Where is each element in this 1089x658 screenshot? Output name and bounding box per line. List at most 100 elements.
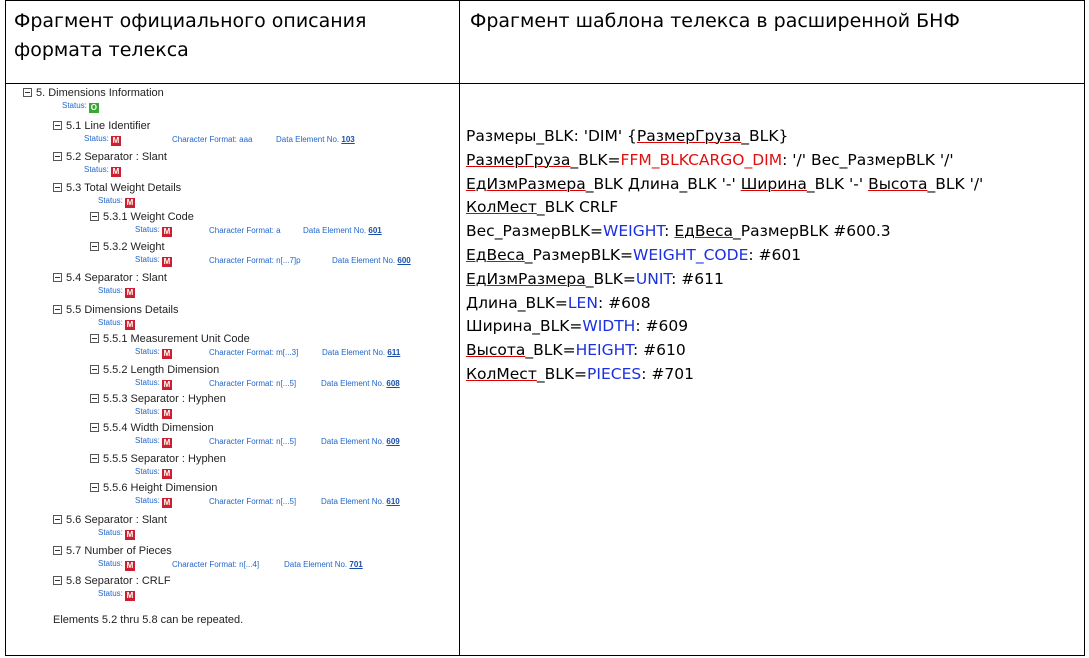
tree-node[interactable]: 5.3.1 Weight Code xyxy=(90,211,194,223)
collapse-icon[interactable] xyxy=(53,152,62,161)
tree-node[interactable]: 5.5.5 Separator : Hyphen xyxy=(90,453,226,465)
collapse-icon[interactable] xyxy=(23,88,32,97)
grammar-line: РазмерГруза_BLK=FFM_BLKCARGO_DIM: '/' Ве… xyxy=(466,150,954,169)
grammar-line: Ширина_BLK=WIDTH: #609 xyxy=(466,317,689,336)
grammar-line: ЕдИзмРазмера_BLK=UNIT: #611 xyxy=(466,269,724,288)
tree-node[interactable]: 5.7 Number of Pieces xyxy=(53,545,172,557)
keyword-blue: WEIGHT_CODE xyxy=(633,245,749,264)
column-divider xyxy=(459,1,460,655)
right-column-header: Фрагмент шаблона телекса в расширенной Б… xyxy=(470,10,960,32)
character-format: Character Format: n[...5] xyxy=(209,497,297,506)
grammar-line: КолМест_BLK CRLF xyxy=(466,198,619,217)
data-element-link[interactable]: 609 xyxy=(386,437,399,446)
data-element-ref: Data Element No. 610 xyxy=(321,497,400,506)
mandatory-badge: M xyxy=(110,167,121,177)
character-format: Character Format: n[...5] xyxy=(209,437,297,446)
collapse-icon[interactable] xyxy=(90,394,99,403)
status-row: Status: M xyxy=(135,378,172,390)
tree-node-root[interactable]: 5. Dimensions Information xyxy=(23,87,164,99)
tree-node[interactable]: 5.5.4 Width Dimension xyxy=(90,422,214,434)
grammar-line: ЕдИзмРазмера_BLK Длина_BLK '-' Ширина_BL… xyxy=(466,174,984,193)
mandatory-badge: M xyxy=(161,380,172,390)
collapse-icon[interactable] xyxy=(53,515,62,524)
mandatory-badge: M xyxy=(124,530,135,540)
tree-node[interactable]: 5.5.6 Height Dimension xyxy=(90,482,217,494)
status-row: Status: M xyxy=(135,255,172,267)
left-column-header: Фрагмент официального описания формата т… xyxy=(14,10,367,61)
collapse-icon[interactable] xyxy=(90,242,99,251)
grammar-line: Длина_BLK=LEN: #608 xyxy=(466,293,651,312)
collapse-icon[interactable] xyxy=(53,305,62,314)
status-row: Status: M xyxy=(135,496,172,508)
status-row: Status: M xyxy=(98,528,135,540)
mandatory-badge: M xyxy=(161,469,172,479)
collapse-icon[interactable] xyxy=(90,454,99,463)
mandatory-badge: M xyxy=(161,498,172,508)
status-row: Status: M xyxy=(135,225,172,237)
tree-node[interactable]: 5.6 Separator : Slant xyxy=(53,514,167,526)
grammar-line: ЕдВеса_РазмерBLK=WEIGHT_CODE: #601 xyxy=(466,245,802,264)
collapse-icon[interactable] xyxy=(53,183,62,192)
mandatory-badge: M xyxy=(110,136,121,146)
tree-node[interactable]: 5.5 Dimensions Details xyxy=(53,304,179,316)
status-row: Status: M xyxy=(135,467,172,479)
character-format: Character Format: a xyxy=(209,226,281,235)
data-element-ref: Data Element No. 608 xyxy=(321,379,400,388)
data-element-link[interactable]: 608 xyxy=(386,379,399,388)
tree-node[interactable]: 5.5.2 Length Dimension xyxy=(90,364,219,376)
keyword-blue: HEIGHT xyxy=(575,341,634,360)
collapse-icon[interactable] xyxy=(90,334,99,343)
tree-node[interactable]: 5.5.3 Separator : Hyphen xyxy=(90,393,226,405)
tree-node[interactable]: 5.5.1 Measurement Unit Code xyxy=(90,333,250,345)
header-divider xyxy=(6,83,1084,84)
collapse-icon[interactable] xyxy=(53,576,62,585)
status-row: Status: O xyxy=(62,101,99,113)
mandatory-badge: M xyxy=(161,349,172,359)
tree-node[interactable]: 5.2 Separator : Slant xyxy=(53,151,167,163)
grammar-line: Высота_BLK=HEIGHT: #610 xyxy=(466,341,686,360)
collapse-icon[interactable] xyxy=(53,546,62,555)
collapse-icon[interactable] xyxy=(53,273,62,282)
mandatory-badge: M xyxy=(161,227,172,237)
grammar-line: КолМест_BLK=PIECES: #701 xyxy=(466,364,694,383)
status-row: Status: M xyxy=(98,196,135,208)
mandatory-badge: M xyxy=(124,198,135,208)
data-element-ref: Data Element No. 701 xyxy=(284,560,363,569)
tree-node[interactable]: 5.8 Separator : CRLF xyxy=(53,575,171,587)
keyword-blue: LEN xyxy=(567,293,598,312)
collapse-icon[interactable] xyxy=(90,483,99,492)
ebnf-template: Размеры_BLK: 'DIM' {РазмерГруза_BLK} Раз… xyxy=(466,125,983,387)
data-element-link[interactable]: 600 xyxy=(397,256,410,265)
status-row: Status: M xyxy=(98,286,135,298)
data-element-link[interactable]: 611 xyxy=(387,348,400,357)
collapse-icon[interactable] xyxy=(90,423,99,432)
tree-node[interactable]: 5.3.2 Weight xyxy=(90,241,165,253)
data-element-link[interactable]: 701 xyxy=(349,560,362,569)
status-row: Status: M xyxy=(84,134,121,146)
data-element-ref: Data Element No. 609 xyxy=(321,437,400,446)
data-element-link[interactable]: 610 xyxy=(386,497,399,506)
data-element-ref: Data Element No. 601 xyxy=(303,226,382,235)
collapse-icon[interactable] xyxy=(53,121,62,130)
character-format: Character Format: aaa xyxy=(172,135,253,144)
tree-node[interactable]: 5.1 Line Identifier xyxy=(53,120,150,132)
keyword-blue: WIDTH xyxy=(582,317,636,336)
character-format: Character Format: n[...7]p xyxy=(209,256,301,265)
data-element-link[interactable]: 601 xyxy=(368,226,381,235)
tree-node[interactable]: 5.4 Separator : Slant xyxy=(53,272,167,284)
mandatory-badge: M xyxy=(161,438,172,448)
data-element-ref: Data Element No. 103 xyxy=(276,135,355,144)
character-format: Character Format: m[...3] xyxy=(209,348,299,357)
mandatory-badge: M xyxy=(124,320,135,330)
status-row: Status: M xyxy=(135,347,172,359)
keyword-blue: WEIGHT xyxy=(603,222,665,241)
character-format: Character Format: n[...4] xyxy=(172,560,260,569)
collapse-icon[interactable] xyxy=(90,212,99,221)
mandatory-badge: M xyxy=(161,257,172,267)
status-row: Status: M xyxy=(84,165,121,177)
data-element-link[interactable]: 103 xyxy=(341,135,354,144)
mandatory-badge: M xyxy=(161,409,172,419)
collapse-icon[interactable] xyxy=(90,365,99,374)
tree-node[interactable]: 5.3 Total Weight Details xyxy=(53,182,181,194)
grammar-line: Размеры_BLK: 'DIM' {РазмерГруза_BLK} xyxy=(466,127,789,145)
